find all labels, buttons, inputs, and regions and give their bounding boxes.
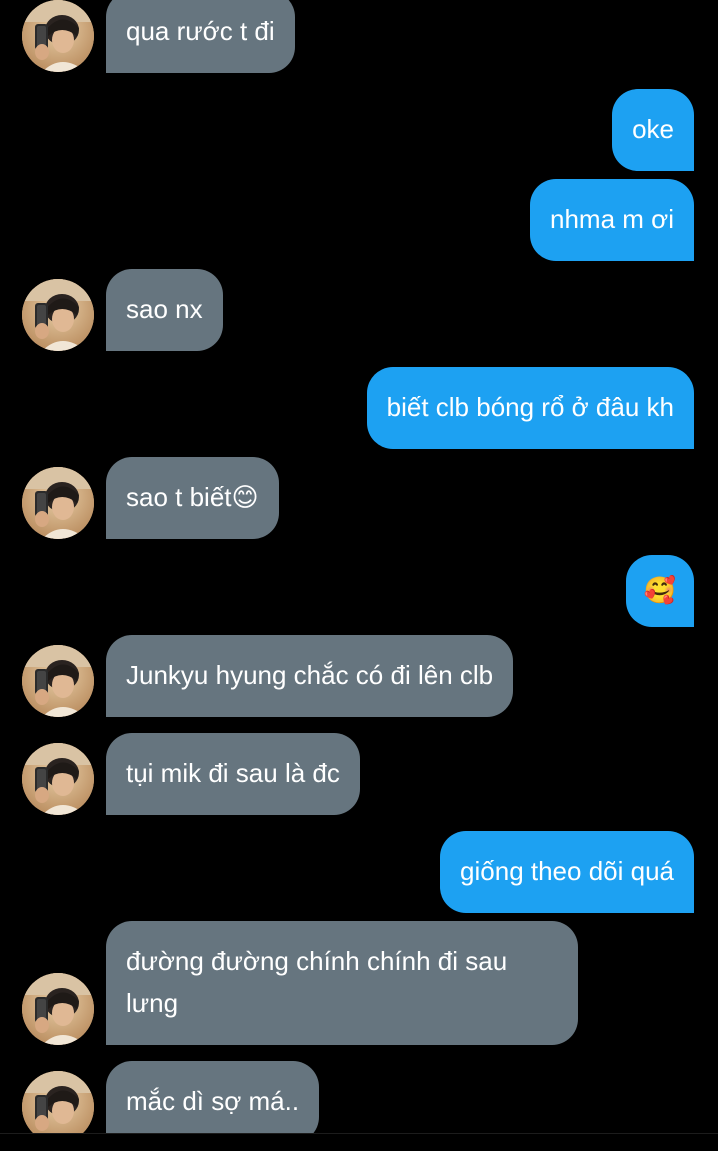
user-photo-avatar-icon bbox=[22, 1071, 94, 1133]
message-text: giống theo dõi quá bbox=[460, 856, 674, 886]
message-text: tụi mik đi sau là đc bbox=[126, 758, 340, 788]
user-photo-avatar-icon bbox=[22, 743, 94, 815]
message-bubble-incoming[interactable]: Junkyu hyung chắc có đi lên clb bbox=[106, 635, 514, 717]
message-bubble-outgoing[interactable]: 🥰 bbox=[625, 555, 694, 627]
message-text: sao t biết😊 bbox=[126, 482, 259, 512]
message-bubble-incoming[interactable]: sao t biết😊 bbox=[106, 457, 279, 539]
user-photo-avatar-icon bbox=[22, 467, 94, 539]
avatar[interactable] bbox=[22, 973, 94, 1045]
user-photo-avatar-icon bbox=[22, 0, 94, 72]
message-bubble-outgoing[interactable]: nhma m ơi bbox=[530, 179, 694, 261]
message-bubble-outgoing[interactable]: biết clb bóng rổ ở đâu kh bbox=[366, 367, 694, 449]
message-text: oke bbox=[632, 114, 674, 144]
message-text: mắc dì sợ má.. bbox=[126, 1086, 300, 1116]
user-photo-avatar-icon bbox=[22, 279, 94, 351]
message-bubble-outgoing[interactable]: oke bbox=[612, 89, 694, 171]
message-bubble-outgoing[interactable]: giống theo dõi quá bbox=[440, 831, 694, 913]
bottom-divider bbox=[0, 1133, 718, 1151]
message-text: nhma m ơi bbox=[550, 204, 674, 234]
message-bubble-incoming[interactable]: tụi mik đi sau là đc bbox=[106, 733, 360, 815]
message-bubble-incoming[interactable]: đường đường chính chính đi sau lưng bbox=[106, 921, 578, 1045]
avatar[interactable] bbox=[22, 743, 94, 815]
message-text: qua rước t đi bbox=[126, 16, 275, 46]
avatar[interactable] bbox=[22, 1071, 94, 1133]
message-bubble-incoming[interactable]: sao nx bbox=[106, 269, 223, 351]
message-text: đường đường chính chính đi sau lưng bbox=[126, 946, 508, 1018]
avatar[interactable] bbox=[22, 645, 94, 717]
message-bubble-incoming[interactable]: mắc dì sợ má.. bbox=[106, 1061, 320, 1133]
chat-thread[interactable]: qua rước t đi oke nhma m ơi sao nx biết … bbox=[0, 0, 718, 1133]
avatar[interactable] bbox=[22, 0, 94, 72]
emoji-message-text: 🥰 bbox=[643, 575, 676, 605]
avatar[interactable] bbox=[22, 467, 94, 539]
message-text: Junkyu hyung chắc có đi lên clb bbox=[126, 660, 494, 690]
user-photo-avatar-icon bbox=[22, 973, 94, 1045]
message-bubble-incoming[interactable]: qua rước t đi bbox=[106, 0, 295, 73]
avatar[interactable] bbox=[22, 279, 94, 351]
message-text: biết clb bóng rổ ở đâu kh bbox=[386, 392, 674, 422]
user-photo-avatar-icon bbox=[22, 645, 94, 717]
message-text: sao nx bbox=[126, 294, 203, 324]
